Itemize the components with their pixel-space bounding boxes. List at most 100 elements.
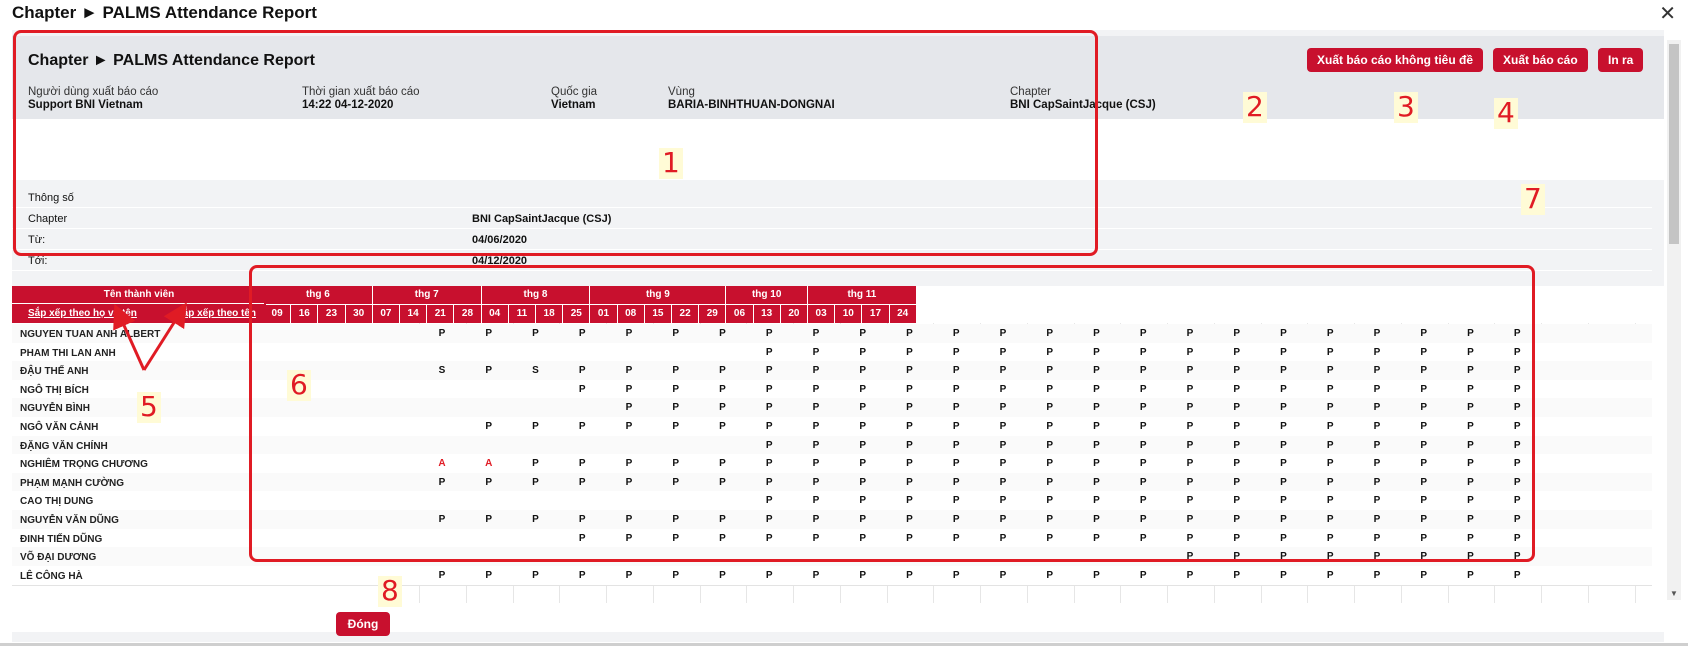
attendance-mark: P: [765, 383, 773, 395]
attendance-mark: P: [719, 476, 726, 488]
attendance-mark: P: [1093, 383, 1100, 395]
attendance-mark: P: [999, 402, 1007, 414]
scrollbar-thumb[interactable]: [1669, 44, 1679, 244]
attendance-mark: P: [1093, 514, 1100, 525]
attendance-mark: P: [1233, 495, 1241, 507]
meta-export-time: Thời gian xuất báo cáo 14:22 04-12-2020: [302, 86, 420, 111]
attendance-mark: P: [859, 346, 867, 358]
attendance-mark: P: [1280, 476, 1287, 488]
attendance-mark: P: [625, 514, 633, 525]
month-header: thg 10: [726, 286, 808, 304]
month-header: thg 6: [264, 286, 373, 304]
attendance-mark: P: [1420, 346, 1428, 358]
attendance-mark: P: [1139, 439, 1147, 451]
attendance-mark: P: [532, 514, 539, 525]
member-name: PHẠM MẠNH CƯỜNG: [20, 477, 125, 489]
spacer: [12, 119, 1664, 180]
day-header: 18: [536, 305, 564, 323]
attendance-mark: P: [1373, 551, 1381, 563]
attendance-mark: P: [952, 569, 960, 581]
attendance-mark: P: [1420, 365, 1428, 377]
attendance-mark: P: [1280, 365, 1287, 377]
attendance-mark: P: [1186, 346, 1194, 358]
attendance-mark: P: [1186, 402, 1194, 414]
table-row: NGUYỄN VĂN DŨNG P P P P P P P P P P P P P P P P P P P P P P P P: [12, 510, 1652, 530]
month-header: thg 9: [590, 286, 727, 304]
attendance-mark: P: [1186, 495, 1194, 507]
close-icon[interactable]: ✕: [1659, 1, 1676, 26]
param-label: Từ:: [28, 234, 46, 246]
table-row: NGHIÊM TRỌNG CHƯƠNG A A P P P P P P P P P P P P P P P P P P P…: [12, 454, 1652, 475]
attendance-mark: P: [1513, 439, 1521, 451]
attendance-mark: P: [1046, 383, 1054, 395]
attendance-mark: P: [859, 532, 867, 544]
attendance-mark: P: [1373, 328, 1381, 339]
attendance-mark: P: [1513, 421, 1521, 432]
attendance-mark: P: [1093, 495, 1100, 507]
attendance-mark: P: [765, 569, 773, 581]
attendance-mark: P: [1467, 476, 1474, 488]
attendance-mark: P: [1093, 458, 1100, 470]
attendance-mark: P: [1280, 328, 1287, 339]
attendance-mark: P: [812, 458, 820, 470]
attendance-mark: P: [438, 569, 446, 581]
attendance-mark: P: [1467, 402, 1474, 414]
attendance-mark: P: [1280, 569, 1287, 581]
attendance-mark: P: [999, 421, 1007, 432]
attendance-mark: P: [1326, 439, 1334, 451]
attendance-mark: P: [1280, 439, 1287, 451]
attendance-mark: P: [532, 328, 539, 339]
annotation-label: 4: [1494, 97, 1518, 129]
attendance-mark: P: [578, 514, 586, 525]
attendance-mark: P: [1233, 383, 1241, 395]
attendance-mark: P: [1139, 532, 1147, 544]
table-row: ĐINH TIẾN DŨNG P P P P P P P P P P P P P P P P P P P P P: [12, 528, 1652, 549]
member-name: ĐẶNG VĂN CHÍNH: [20, 440, 108, 452]
attendance-mark: P: [765, 328, 773, 339]
attendance-mark: P: [999, 458, 1007, 470]
attendance-mark: P: [1513, 365, 1521, 377]
attendance-mark: P: [952, 421, 960, 432]
attendance-mark: P: [672, 569, 680, 581]
attendance-mark: P: [1186, 551, 1194, 563]
print-button[interactable]: In ra: [1598, 48, 1644, 72]
export-button[interactable]: Xuất báo cáo: [1493, 48, 1588, 72]
meta-chapter: Chapter BNI CapSaintJacque (CSJ): [1010, 86, 1156, 111]
attendance-mark: P: [1186, 365, 1194, 377]
day-header: 25: [563, 305, 591, 323]
attendance-mark: P: [1280, 421, 1287, 432]
day-header: 20: [780, 305, 808, 323]
attendance-mark: P: [1420, 421, 1428, 432]
attendance-mark: P: [1420, 551, 1428, 563]
table-row: PHAM THI LAN ANH P P P P P P P P P P P P P P P P P: [12, 342, 1652, 363]
attendance-mark: P: [1280, 383, 1287, 395]
attendance-mark: P: [1467, 514, 1474, 525]
attendance-mark: P: [1326, 402, 1334, 414]
attendance-mark: P: [438, 514, 446, 525]
attendance-mark: P: [1233, 421, 1241, 432]
attendance-mark: P: [1326, 365, 1334, 377]
attendance-mark: P: [1046, 569, 1054, 581]
export-no-title-button[interactable]: Xuất báo cáo không tiêu đề: [1307, 48, 1484, 72]
attendance-mark: P: [1326, 514, 1334, 525]
meta-region: Vùng BARIA-BINHTHUAN-DONGNAI: [668, 86, 835, 111]
attendance-mark: P: [625, 328, 633, 339]
param-row: Tới: 04/12/2020: [12, 251, 1652, 271]
attendance-mark: P: [1467, 346, 1474, 358]
attendance-mark: P: [906, 514, 913, 525]
close-button[interactable]: Đóng: [336, 612, 390, 636]
attendance-mark: P: [1233, 532, 1241, 544]
attendance-mark: P: [625, 383, 633, 395]
scroll-down-icon[interactable]: ▼: [1670, 589, 1678, 598]
attendance-mark: P: [1467, 532, 1474, 544]
member-name: ĐINH TIẾN DŨNG: [20, 533, 103, 545]
attendance-mark: P: [1420, 476, 1428, 488]
attendance-mark: P: [1326, 328, 1334, 339]
annotation-label: 2: [1243, 91, 1267, 123]
attendance-mark: P: [859, 439, 867, 451]
attendance-mark: P: [1093, 439, 1100, 451]
attendance-mark: P: [1513, 476, 1521, 488]
attendance-mark: P: [1186, 476, 1194, 488]
attendance-mark: P: [999, 328, 1007, 339]
scrollbar[interactable]: ▼: [1667, 40, 1681, 600]
